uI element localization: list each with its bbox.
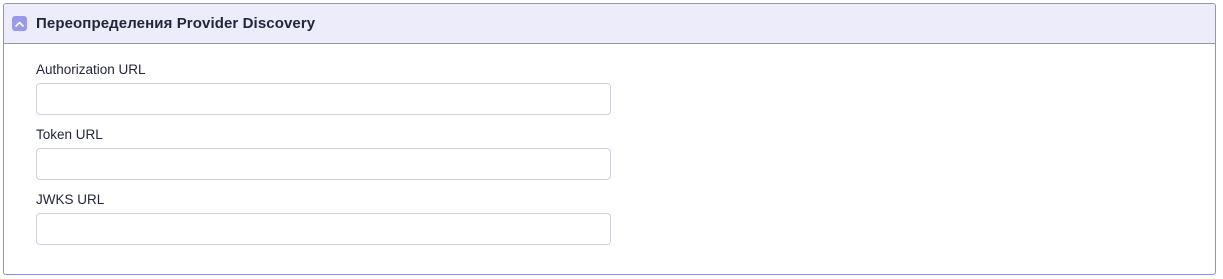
provider-discovery-overrides-panel: Переопределения Provider Discovery Autho… [3, 3, 1216, 275]
authorization-url-field: Authorization URL [36, 62, 1215, 115]
jwks-url-field: JWKS URL [36, 192, 1215, 245]
chevron-up-icon[interactable] [12, 16, 27, 31]
authorization-url-input[interactable] [36, 83, 611, 115]
panel-header[interactable]: Переопределения Provider Discovery [4, 4, 1215, 44]
token-url-label: Token URL [36, 127, 103, 142]
panel-title: Переопределения Provider Discovery [36, 15, 316, 32]
token-url-field: Token URL [36, 127, 1215, 180]
jwks-url-label: JWKS URL [36, 192, 105, 207]
authorization-url-label: Authorization URL [36, 62, 146, 77]
token-url-input[interactable] [36, 148, 611, 180]
jwks-url-input[interactable] [36, 213, 611, 245]
panel-body: Authorization URL Token URL JWKS URL [4, 44, 1215, 245]
